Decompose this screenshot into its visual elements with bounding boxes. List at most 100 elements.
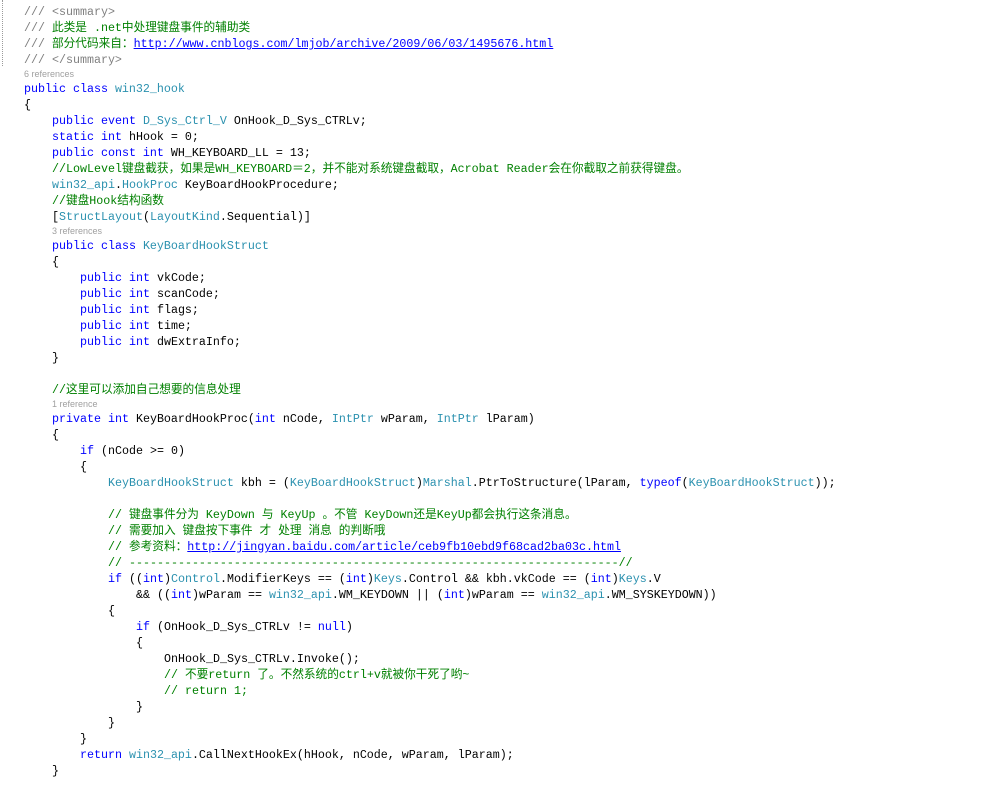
code-line[interactable]: return win32_api.CallNextHookEx(hHook, n… <box>0 747 994 763</box>
comment-text: // 键盘事件分为 KeyDown 与 KeyUp 。不管 KeyDown还是K… <box>108 508 577 522</box>
comment-link[interactable]: http://jingyan.baidu.com/article/ceb9fb1… <box>187 540 621 554</box>
code-line[interactable]: // 需要加入 键盘按下事件 才 处理 消息 的判断哦 <box>0 523 994 539</box>
code-text: kbh = ( <box>233 476 290 490</box>
code-line[interactable]: { <box>0 254 994 270</box>
keyword-token: public event <box>52 114 143 128</box>
code-line[interactable]: && ((int)wParam == win32_api.WM_KEYDOWN … <box>0 587 994 603</box>
code-line[interactable]: { <box>0 459 994 475</box>
code-text: OnHook_D_Sys_CTRLv; <box>226 114 367 128</box>
type-name-token: win32_api <box>268 588 332 602</box>
code-line[interactable]: } <box>0 699 994 715</box>
comment-text: 部分代码来自： <box>51 37 134 51</box>
code-text: } <box>136 700 143 714</box>
type-name-token: HookProc <box>121 178 178 192</box>
type-name-token: LayoutKind <box>149 210 220 224</box>
codelens-reference-count[interactable]: 3 references <box>52 226 102 236</box>
code-text: { <box>52 255 59 269</box>
code-text: .Sequential)] <box>219 210 311 224</box>
code-line[interactable]: /// 此类是 .net中处理键盘事件的辅助类 <box>0 20 994 36</box>
code-line[interactable]: [StructLayout(LayoutKind.Sequential)] <box>0 209 994 225</box>
keyword-token: public class <box>24 82 115 96</box>
code-line[interactable]: public int flags; <box>0 302 994 318</box>
code-line[interactable]: public int vkCode; <box>0 270 994 286</box>
code-line[interactable]: } <box>0 715 994 731</box>
code-text: .V <box>646 572 661 586</box>
comment-text: //LowLevel键盘截获，如果是WH_KEYBOARD＝2，并不能对系统键盘… <box>52 162 689 176</box>
keyword-token: public int <box>80 335 157 349</box>
comment-text: // 不要return 了。不然系统的ctrl+v就被你干死了哟~ <box>164 668 470 682</box>
codelens-reference-count[interactable]: 1 reference <box>52 399 98 409</box>
keyword-token: int <box>345 572 367 586</box>
code-text: } <box>108 716 115 730</box>
code-editor[interactable]: /// <summary>/// 此类是 .net中处理键盘事件的辅助类/// … <box>0 0 994 792</box>
codelens-row: 1 reference <box>0 398 994 411</box>
code-line[interactable]: { <box>0 603 994 619</box>
code-line[interactable]: public int scanCode; <box>0 286 994 302</box>
code-line[interactable]: /// </summary> <box>0 52 994 68</box>
type-name-token: win32_api <box>52 178 115 192</box>
keyword-token: private int <box>52 412 136 426</box>
type-name-token: Keys <box>618 572 647 586</box>
code-line[interactable]: public event D_Sys_Ctrl_V OnHook_D_Sys_C… <box>0 113 994 129</box>
code-line[interactable]: if (OnHook_D_Sys_CTRLv != null) <box>0 619 994 635</box>
code-line[interactable]: // -------------------------------------… <box>0 555 994 571</box>
code-line[interactable]: { <box>0 97 994 113</box>
code-line[interactable]: // 键盘事件分为 KeyDown 与 KeyUp 。不管 KeyDown还是K… <box>0 507 994 523</box>
keyword-token: int <box>143 572 164 586</box>
keyword-token: int <box>170 588 192 602</box>
code-lines[interactable]: /// <summary>/// 此类是 .net中处理键盘事件的辅助类/// … <box>0 4 994 779</box>
code-text: ) <box>366 572 374 586</box>
code-line[interactable] <box>0 491 994 507</box>
code-line[interactable]: //LowLevel键盘截获，如果是WH_KEYBOARD＝2，并不能对系统键盘… <box>0 161 994 177</box>
comment-link[interactable]: http://www.cnblogs.com/lmjob/archive/200… <box>134 37 554 51</box>
code-line[interactable]: KeyBoardHookStruct kbh = (KeyBoardHookSt… <box>0 475 994 491</box>
code-line[interactable]: // 参考资料：http://jingyan.baidu.com/article… <box>0 539 994 555</box>
keyword-token: if <box>80 444 94 458</box>
code-line[interactable]: OnHook_D_Sys_CTRLv.Invoke(); <box>0 651 994 667</box>
code-line[interactable]: public class KeyBoardHookStruct <box>0 238 994 254</box>
code-line[interactable]: { <box>0 635 994 651</box>
code-line[interactable]: private int KeyBoardHookProc(int nCode, … <box>0 411 994 427</box>
code-line[interactable]: } <box>0 763 994 779</box>
codelens-row: 6 references <box>0 68 994 81</box>
type-name-token: win32_api <box>128 748 192 762</box>
code-text: (( <box>122 572 143 586</box>
code-line[interactable]: /// <summary> <box>0 4 994 20</box>
code-line[interactable]: //这里可以添加自己想要的信息处理 <box>0 382 994 398</box>
comment-text: //键盘Hook结构函数 <box>52 194 164 208</box>
code-line[interactable]: // return 1; <box>0 683 994 699</box>
code-line[interactable]: public class win32_hook <box>0 81 994 97</box>
code-line[interactable]: // 不要return 了。不然系统的ctrl+v就被你干死了哟~ <box>0 667 994 683</box>
code-text: OnHook_D_Sys_CTRLv.Invoke(); <box>164 652 360 666</box>
code-line[interactable]: if ((int)Control.ModifierKeys == (int)Ke… <box>0 571 994 587</box>
code-text: flags; <box>156 303 199 317</box>
keyword-token: typeof <box>639 476 682 490</box>
code-line[interactable]: public int dwExtraInfo; <box>0 334 994 350</box>
code-line[interactable]: } <box>0 731 994 747</box>
type-name-token: D_Sys_Ctrl_V <box>142 114 227 128</box>
code-line[interactable] <box>0 366 994 382</box>
keyword-token: if <box>136 620 150 634</box>
comment-text: // return 1; <box>164 684 248 698</box>
code-text: ( <box>681 476 689 490</box>
code-text: lParam) <box>478 412 535 426</box>
doc-comment-marker: /// </summary> <box>24 53 122 67</box>
codelens-reference-count[interactable]: 6 references <box>24 69 74 79</box>
type-name-token: KeyBoardHookStruct <box>142 239 269 253</box>
code-text: dwExtraInfo; <box>156 335 241 349</box>
code-line[interactable]: win32_api.HookProc KeyBoardHookProcedure… <box>0 177 994 193</box>
code-line[interactable]: } <box>0 350 994 366</box>
type-name-token: KeyBoardHookStruct <box>289 476 416 490</box>
code-line[interactable]: public int time; <box>0 318 994 334</box>
code-text: } <box>80 732 87 746</box>
code-text: } <box>52 764 59 778</box>
code-line[interactable]: static int hHook = 0; <box>0 129 994 145</box>
code-text: { <box>136 636 143 650</box>
code-text: KeyBoardHookProc( <box>135 412 255 426</box>
code-line[interactable]: { <box>0 427 994 443</box>
code-line[interactable]: if (nCode >= 0) <box>0 443 994 459</box>
code-line[interactable]: /// 部分代码来自：http://www.cnblogs.com/lmjob/… <box>0 36 994 52</box>
code-line[interactable]: //键盘Hook结构函数 <box>0 193 994 209</box>
code-line[interactable]: public const int WH_KEYBOARD_LL = 13; <box>0 145 994 161</box>
comment-text: // -------------------------------------… <box>108 556 633 570</box>
